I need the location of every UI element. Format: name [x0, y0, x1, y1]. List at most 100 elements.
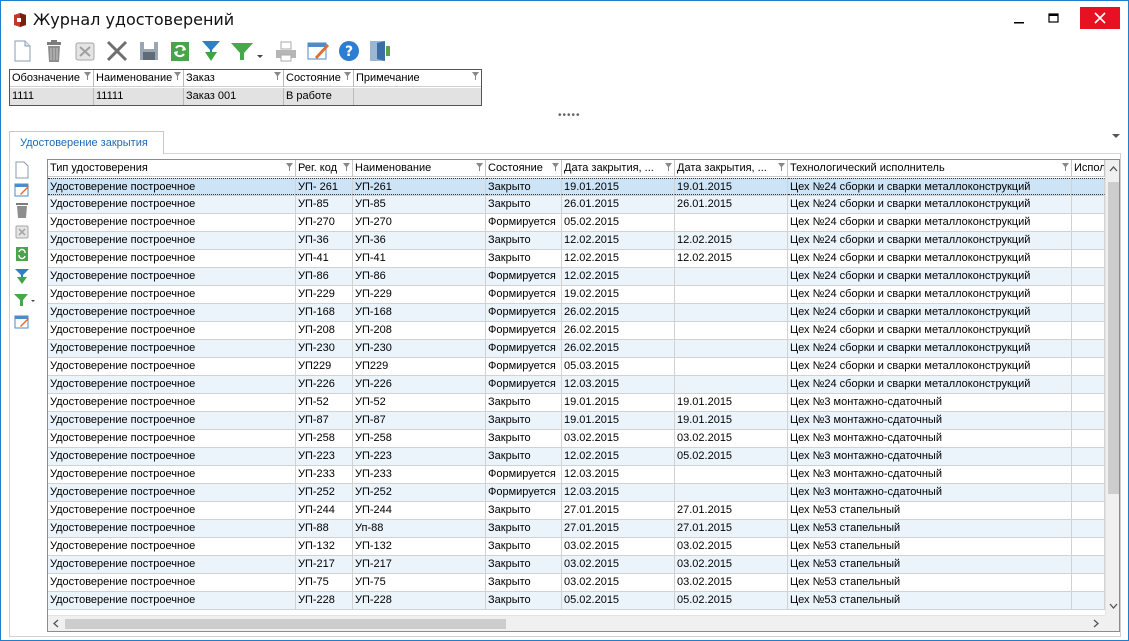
- help-button[interactable]: ?: [336, 38, 362, 64]
- master-cell[interactable]: 11111: [94, 88, 184, 105]
- table-cell[interactable]: УП-226: [353, 376, 486, 393]
- table-cell[interactable]: Удостоверение построечное: [48, 340, 296, 357]
- sidebar-filter-button[interactable]: [11, 291, 37, 309]
- vertical-scrollbar[interactable]: [1105, 160, 1119, 615]
- table-cell[interactable]: [1072, 322, 1105, 339]
- table-cell[interactable]: Цех №3 монтажно-сдаточный: [788, 430, 1072, 447]
- table-cell[interactable]: Закрыто: [486, 592, 562, 609]
- table-cell[interactable]: Цех №24 сборки и сварки металлоконструкц…: [788, 340, 1072, 357]
- table-cell[interactable]: 27.01.2015: [562, 520, 675, 537]
- table-cell[interactable]: УП-223: [353, 448, 486, 465]
- table-cell[interactable]: УП-75: [296, 574, 353, 591]
- table-row[interactable]: Удостоверение построечное УП-229 УП-229 Фор…: [48, 286, 1105, 304]
- table-cell[interactable]: 12.03.2015: [562, 466, 675, 483]
- table-cell[interactable]: 26.01.2015: [675, 196, 788, 213]
- table-row[interactable]: Удостоверение построечное УП-223 УП-223 Зак…: [48, 448, 1105, 466]
- table-cell[interactable]: [1072, 412, 1105, 429]
- table-cell[interactable]: 12.02.2015: [562, 448, 675, 465]
- table-row[interactable]: Удостоверение построечное УП-258 УП-258 Зак…: [48, 430, 1105, 448]
- new-button[interactable]: [9, 38, 35, 64]
- table-cell[interactable]: [1072, 394, 1105, 411]
- table-cell[interactable]: Удостоверение построечное: [48, 592, 296, 609]
- table-cell[interactable]: [675, 286, 788, 303]
- grid-header-cell[interactable]: Тип удостоверения: [48, 160, 296, 177]
- table-cell[interactable]: 05.02.2015: [562, 592, 675, 609]
- table-cell[interactable]: Цех №3 монтажно-сдаточный: [788, 394, 1072, 411]
- table-cell[interactable]: Цех №24 сборки и сварки металлоконструкц…: [788, 268, 1072, 285]
- table-cell[interactable]: [675, 322, 788, 339]
- table-cell[interactable]: УП-228: [296, 592, 353, 609]
- table-cell[interactable]: 27.01.2015: [675, 520, 788, 537]
- table-cell[interactable]: Формируется: [486, 340, 562, 357]
- table-cell[interactable]: Цех №3 монтажно-сдаточный: [788, 412, 1072, 429]
- table-cell[interactable]: [1072, 592, 1105, 609]
- table-cell[interactable]: 12.03.2015: [562, 376, 675, 393]
- table-row[interactable]: Удостоверение построечное УП-36 УП-36 Закры…: [48, 232, 1105, 250]
- table-row[interactable]: Удостоверение построечное УП-87 УП-87 Закры…: [48, 412, 1105, 430]
- table-cell[interactable]: [675, 358, 788, 375]
- table-cell[interactable]: 12.03.2015: [562, 484, 675, 501]
- table-cell[interactable]: Удостоверение построечное: [48, 358, 296, 375]
- table-cell[interactable]: [675, 304, 788, 321]
- table-row[interactable]: Удостоверение построечное УП-228 УП-228 Зак…: [48, 592, 1105, 610]
- table-cell[interactable]: [1072, 196, 1105, 213]
- table-cell[interactable]: Формируется: [486, 268, 562, 285]
- master-header-cell[interactable]: Состояние: [284, 70, 354, 87]
- table-cell[interactable]: 03.02.2015: [675, 430, 788, 447]
- table-cell[interactable]: [1072, 466, 1105, 483]
- scroll-right-button[interactable]: [1088, 616, 1103, 631]
- grid-header-cell[interactable]: Дата закрытия, ...: [675, 160, 788, 177]
- table-cell[interactable]: Формируется: [486, 484, 562, 501]
- table-cell[interactable]: Формируется: [486, 286, 562, 303]
- table-cell[interactable]: УП-229: [353, 286, 486, 303]
- master-cell[interactable]: 1111: [10, 88, 94, 105]
- sidebar-delete-button[interactable]: [11, 201, 37, 219]
- refresh-button[interactable]: [167, 38, 193, 64]
- table-cell[interactable]: Формируется: [486, 322, 562, 339]
- table-cell[interactable]: Закрыто: [486, 520, 562, 537]
- table-cell[interactable]: Цех №24 сборки и сварки металлоконструкц…: [788, 178, 1072, 195]
- table-cell[interactable]: Закрыто: [486, 430, 562, 447]
- table-cell[interactable]: Удостоверение построечное: [48, 250, 296, 267]
- table-cell[interactable]: 19.01.2015: [562, 394, 675, 411]
- table-row[interactable]: Удостоверение построечное УП-168 УП-168 Фор…: [48, 304, 1105, 322]
- table-cell[interactable]: Удостоверение построечное: [48, 394, 296, 411]
- print-button[interactable]: [273, 38, 299, 64]
- table-cell[interactable]: Удостоверение построечное: [48, 214, 296, 231]
- table-cell[interactable]: Закрыто: [486, 574, 562, 591]
- table-cell[interactable]: 05.02.2015: [675, 592, 788, 609]
- table-cell[interactable]: Цех №24 сборки и сварки металлоконструкц…: [788, 250, 1072, 267]
- master-header-cell[interactable]: Наименование: [94, 70, 184, 87]
- table-cell[interactable]: [1072, 358, 1105, 375]
- master-header-cell[interactable]: Примечание: [354, 70, 481, 87]
- table-cell[interactable]: УП-41: [296, 250, 353, 267]
- table-cell[interactable]: УП-132: [353, 538, 486, 555]
- table-cell[interactable]: [1072, 232, 1105, 249]
- table-cell[interactable]: Цех №24 сборки и сварки металлоконструкц…: [788, 304, 1072, 321]
- sidebar-cancel-button[interactable]: [11, 223, 37, 241]
- table-cell[interactable]: 27.01.2015: [562, 502, 675, 519]
- table-cell[interactable]: УП-87: [353, 412, 486, 429]
- table-cell[interactable]: Формируется: [486, 304, 562, 321]
- table-cell[interactable]: Закрыто: [486, 502, 562, 519]
- save-button[interactable]: [136, 38, 162, 64]
- table-cell[interactable]: [675, 484, 788, 501]
- table-cell[interactable]: УП-261: [353, 178, 486, 195]
- table-cell[interactable]: Формируется: [486, 214, 562, 231]
- table-cell[interactable]: Цех №3 монтажно-сдаточный: [788, 448, 1072, 465]
- table-cell[interactable]: УП-217: [353, 556, 486, 573]
- table-cell[interactable]: Формируется: [486, 376, 562, 393]
- table-cell[interactable]: 19.02.2015: [562, 286, 675, 303]
- table-cell[interactable]: УП-228: [353, 592, 486, 609]
- master-row[interactable]: 1111 11111 Заказ 001 В работе: [10, 88, 481, 105]
- table-cell[interactable]: 19.01.2015: [562, 412, 675, 429]
- exit-button[interactable]: [367, 38, 393, 64]
- table-cell[interactable]: УП-233: [353, 466, 486, 483]
- title-bar[interactable]: Журнал удостоверений: [1, 1, 1128, 37]
- table-cell[interactable]: УП-168: [296, 304, 353, 321]
- table-cell[interactable]: УП-52: [353, 394, 486, 411]
- table-cell[interactable]: Удостоверение построечное: [48, 304, 296, 321]
- table-cell[interactable]: Цех №24 сборки и сварки металлоконструкц…: [788, 196, 1072, 213]
- table-cell[interactable]: УП229: [296, 358, 353, 375]
- table-cell[interactable]: Удостоверение построечное: [48, 502, 296, 519]
